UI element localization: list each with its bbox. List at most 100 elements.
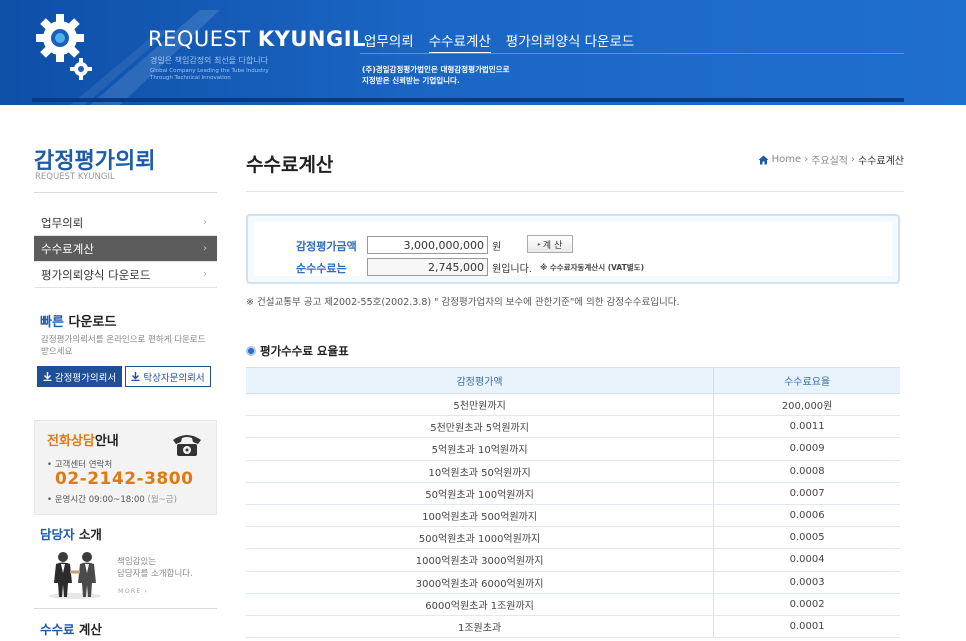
- calculate-button[interactable]: ▸ 계 산: [527, 235, 573, 253]
- rate-table-title-label: 평가수수료 요율표: [260, 344, 349, 358]
- phone-consult-box: 전화상담안내 • 고객센터 연락처 02-2142-3800 • 운영시간 09…: [34, 420, 217, 515]
- gnb-item-form-download[interactable]: 평가의뢰양식 다운로드: [506, 30, 635, 53]
- calculate-button-label: 계 산: [542, 240, 563, 251]
- header-bottom-bar: [32, 98, 904, 102]
- chevron-right-icon: ›: [203, 217, 207, 228]
- breadcrumb-section[interactable]: 주요실적: [811, 152, 848, 167]
- vat-note: ※ 수수료자동계산시 (VAT별도): [540, 263, 645, 272]
- rate-value-cell: 0.0009: [713, 437, 900, 461]
- rate-value-cell: 0.0007: [713, 482, 900, 505]
- rate-value-cell: 0.0008: [713, 460, 900, 483]
- rate-value-cell: 200,000원: [713, 393, 900, 417]
- quick-download-title-highlight: 빠른: [40, 315, 64, 330]
- rate-value-cell: 0.0006: [713, 504, 900, 528]
- breadcrumb-home[interactable]: Home: [772, 154, 802, 165]
- sidebar-item-fee-calc[interactable]: 수수료계산 ›: [34, 236, 217, 262]
- brand-title-bold: KYUNGIL: [257, 27, 366, 51]
- table-row: 5억원초과 10억원까지 0.0009: [246, 437, 900, 461]
- rate-table-title: 평가수수료 요율표: [246, 343, 349, 359]
- table-row: 3000억원초과 6000억원까지 0.0003: [246, 571, 900, 594]
- fee-calculator-box: 감정평가금액 원 ▸ 계 산 순수수료는 원입니다. ※ 수수료자동계산시 (V…: [246, 214, 900, 284]
- home-icon: [758, 155, 769, 164]
- chevron-right-icon: ›: [203, 243, 207, 254]
- quick-download-title: 빠른 다운로드: [40, 311, 116, 330]
- brand-slogan: 경일은 책임감정의 최선을 다합니다: [150, 56, 269, 65]
- rate-value-cell: 0.0011: [713, 415, 900, 439]
- staff-intro-title-rest: 소개: [74, 527, 102, 542]
- header-description-line1: (주)경일감정평가법인은 대형감정평가법인으로: [362, 65, 510, 74]
- brand-slogan-en-line1: Global Company Leading the Tube Industry: [150, 68, 269, 74]
- rate-value-cell: 0.0004: [713, 548, 900, 572]
- staff-intro-text: 책임감있는 담당자를 소개합니다.: [117, 556, 193, 580]
- rate-range-cell: 5억원초과 10억원까지: [246, 437, 715, 461]
- rate-table: 감정평가액 수수료요율 5천만원까지 200,000원 5천만원초과 5억원까지 0…: [246, 367, 900, 639]
- table-row: 10억원초과 50억원까지 0.0008: [246, 460, 900, 483]
- table-row: 100억원초과 500억원까지 0.0006: [246, 504, 900, 528]
- fee-calculator-inner: 감정평가금액 원 ▸ 계 산 순수수료는 원입니다. ※ 수수료자동계산시 (V…: [254, 222, 892, 276]
- fee-calc-title[interactable]: 수수료 계산: [40, 619, 102, 638]
- rate-range-cell: 10억원초과 50억원까지: [246, 460, 715, 483]
- brand-title[interactable]: REQUEST KYUNGIL: [148, 27, 366, 51]
- breadcrumb: Home › 주요실적 › 수수료계산: [758, 152, 904, 167]
- amount-unit-label: 원: [492, 242, 502, 253]
- phone-consult-title-highlight: 전화상담: [47, 434, 95, 449]
- net-fee-output: [367, 258, 488, 276]
- download-desk-consult-button[interactable]: 탁상자문의뢰서: [125, 366, 211, 387]
- rate-range-cell: 5천만원초과 5억원까지: [246, 415, 715, 439]
- rate-range-cell: 100억원초과 500억원까지: [246, 504, 715, 528]
- table-row: 50억원초과 100억원까지 0.0007: [246, 482, 900, 505]
- gnb-item-request[interactable]: 업무의뢰: [364, 30, 414, 53]
- phone-hours: • 운영시간 09:00~18:00 (월~금): [47, 493, 177, 505]
- staff-intro-text-line1: 책임감있는: [117, 557, 157, 567]
- telephone-icon: [173, 435, 201, 456]
- staff-more-link[interactable]: MORE ›: [118, 587, 148, 595]
- table-row: 5천만원초과 5억원까지 0.0011: [246, 415, 900, 439]
- gnb-item-fee-calc[interactable]: 수수료계산: [428, 30, 491, 53]
- staff-intro-text-line2: 담당자를 소개합니다.: [117, 569, 193, 579]
- sidebar-title: 감정평가의뢰: [34, 149, 156, 174]
- download-appraisal-request-button[interactable]: 감정평가의뢰서: [37, 366, 122, 387]
- rate-range-cell: 6000억원초과 1조원까지: [246, 593, 715, 616]
- net-fee-label: 순수수료는: [296, 262, 347, 275]
- play-triangle-icon: ▸: [537, 240, 541, 248]
- rate-value-cell: 0.0002: [713, 593, 900, 616]
- brand-slogan-en-line2: Through Technical Innovation: [150, 75, 231, 81]
- rate-value-cell: 0.0005: [713, 526, 900, 550]
- appraisal-amount-input[interactable]: [367, 236, 488, 254]
- sidebar-item-form-download[interactable]: 평가의뢰양식 다운로드 ›: [34, 262, 217, 288]
- sidebar-nav: 업무의뢰 › 수수료계산 › 평가의뢰양식 다운로드 ›: [34, 210, 217, 288]
- bullet-circle-icon: [246, 346, 256, 356]
- sidebar-item-label: 업무의뢰: [41, 215, 84, 230]
- sidebar-divider: [34, 192, 217, 193]
- sidebar-item-label: 평가의뢰양식 다운로드: [41, 267, 151, 282]
- download-desk-consult-label: 탁상자문의뢰서: [143, 372, 205, 384]
- table-row: 1000억원초과 3000억원까지 0.0004: [246, 548, 900, 572]
- breadcrumb-separator: ›: [851, 154, 855, 165]
- table-row: 6000억원초과 1조원까지 0.0002: [246, 593, 900, 616]
- rate-value-cell: 0.0003: [713, 571, 900, 594]
- breadcrumb-current: 수수료계산: [858, 156, 904, 167]
- sidebar-subtitle: REQUEST KYUNGIL: [35, 172, 115, 182]
- table-row: 5천만원까지 200,000원: [246, 393, 900, 417]
- phone-number[interactable]: 02-2142-3800: [55, 469, 193, 489]
- title-divider: [246, 191, 904, 192]
- header-description: (주)경일감정평가법인은 대형감정평가법인으로 지정받은 신뢰받는 기업입니다.: [362, 64, 509, 86]
- rate-value-cell: 0.0001: [713, 615, 900, 639]
- page-title: 수수료계산: [246, 154, 334, 176]
- site-header: REQUEST KYUNGIL 경일은 책임감정의 최선을 다합니다 Globa…: [0, 0, 966, 105]
- quick-download-title-rest: 다운로드: [63, 315, 117, 330]
- rate-table-header-amount: 감정평가액: [246, 367, 715, 394]
- gear-logo-icon[interactable]: [34, 12, 86, 64]
- rate-range-cell: 1조원초과: [246, 615, 715, 639]
- sidebar-item-request[interactable]: 업무의뢰 ›: [34, 210, 217, 236]
- fee-calc-title-highlight: 수수료: [40, 622, 75, 637]
- fee-unit-label: 원입니다.: [492, 264, 532, 275]
- phone-consult-title: 전화상담안내: [47, 430, 119, 449]
- fee-calc-title-rest: 계산: [74, 622, 102, 637]
- chevron-right-icon: ›: [203, 269, 207, 280]
- fee-basis-note: ※ 건설교통부 공고 제2002-55호(2002.3.8) " 감정평가업자의…: [246, 297, 680, 308]
- rate-range-cell: 50억원초과 100억원까지: [246, 482, 715, 505]
- download-icon: [43, 372, 52, 381]
- header-description-line2: 지정받은 신뢰받는 기업입니다.: [362, 76, 460, 85]
- handshake-people-image[interactable]: [46, 547, 104, 599]
